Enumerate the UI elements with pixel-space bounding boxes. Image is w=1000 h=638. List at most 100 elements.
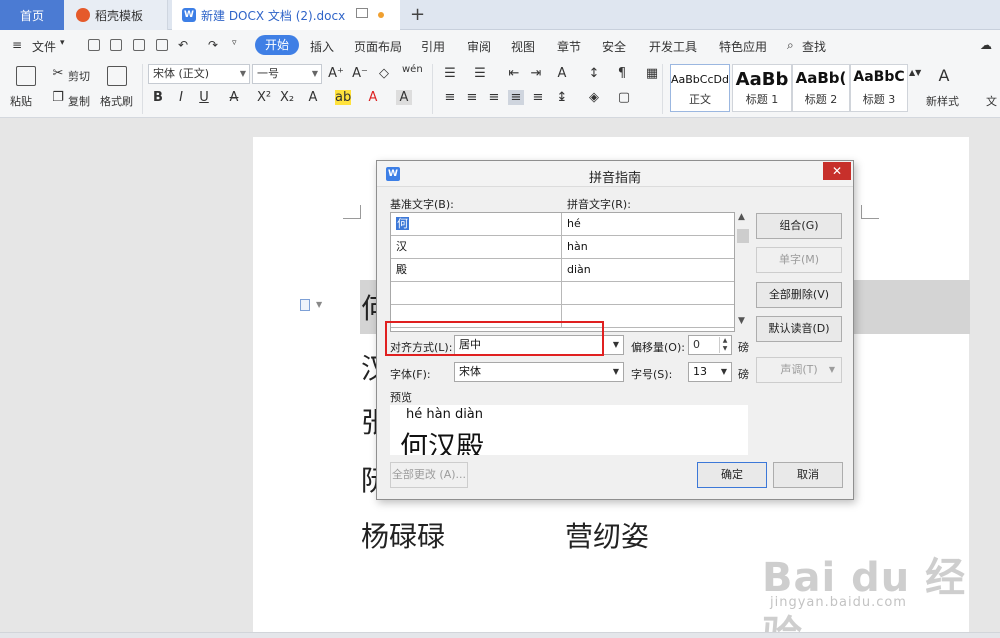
pinyin-cell[interactable]: hé xyxy=(562,213,734,236)
ok-button[interactable]: 确定 xyxy=(697,462,767,488)
tab-home[interactable]: 首页 xyxy=(0,0,64,30)
menu-search[interactable]: 查找 xyxy=(802,38,826,55)
font-name-combo[interactable]: 宋体 (正文) ▼ xyxy=(148,64,250,84)
close-icon[interactable]: ✕ xyxy=(823,162,851,180)
text-effect-icon[interactable]: A xyxy=(305,90,321,105)
style-normal[interactable]: AaBbCcDd 正文 xyxy=(670,64,730,112)
superscript-icon[interactable]: X² xyxy=(256,90,272,105)
paragraph-handle-icon[interactable] xyxy=(300,299,310,311)
document-line[interactable]: 杨碌碌 xyxy=(361,515,445,555)
tab-daoke-templates[interactable]: 稻壳模板 xyxy=(64,0,168,30)
numbered-list-icon[interactable]: ☰ xyxy=(472,66,488,81)
font-color-icon[interactable]: A xyxy=(365,90,381,105)
dialog-title-bar[interactable]: W 拼音指南 ✕ xyxy=(377,161,853,187)
menu-references[interactable]: 引用 xyxy=(421,38,445,55)
format-painter-icon[interactable] xyxy=(107,66,127,86)
single-char-button[interactable]: 单字(M) xyxy=(756,247,842,273)
highlight-icon[interactable]: ab xyxy=(335,90,351,105)
menu-start[interactable]: 开始 xyxy=(255,35,300,55)
tab-document[interactable]: W 新建 DOCX 文档 (2).docx xyxy=(172,0,400,30)
cancel-button[interactable]: 取消 xyxy=(773,462,843,488)
pinyin-cell[interactable] xyxy=(562,282,734,305)
bullet-list-icon[interactable]: ☰ xyxy=(442,66,458,81)
table-icon[interactable]: ▦ xyxy=(644,66,660,81)
menu-review[interactable]: 审阅 xyxy=(467,38,491,55)
decrease-indent-icon[interactable]: ⇤ xyxy=(506,66,522,81)
chinese-layout-icon[interactable]: A xyxy=(554,66,570,81)
font-size-combo[interactable]: 一号 ▼ xyxy=(252,64,322,84)
grow-font-icon[interactable]: A⁺ xyxy=(328,66,344,81)
distributed-align-icon[interactable]: ≡ xyxy=(530,90,546,105)
italic-icon[interactable]: I xyxy=(173,90,189,105)
style-heading-1[interactable]: AaBb 标题 1 xyxy=(732,64,792,112)
undo-icon[interactable]: ↶ xyxy=(178,38,188,52)
align-left-icon[interactable]: ≡ xyxy=(442,90,458,105)
format-painter-button[interactable]: 格式刷 xyxy=(100,93,133,109)
file-dropdown-icon[interactable]: ▾ xyxy=(60,38,65,48)
scissors-icon[interactable]: ✂ xyxy=(50,66,66,81)
cloud-icon[interactable]: ☁ xyxy=(980,38,992,52)
scrollbar-thumb[interactable] xyxy=(737,229,749,243)
menu-developer[interactable]: 开发工具 xyxy=(649,38,697,55)
size-select[interactable]: 13 ▼ xyxy=(688,362,732,382)
font-select[interactable]: 宋体 ▼ xyxy=(454,362,624,382)
quick-access-dropdown-icon[interactable]: ▿ xyxy=(232,38,237,48)
chevron-down-icon[interactable]: ▼ xyxy=(738,316,745,326)
copy-icon[interactable]: ❐ xyxy=(50,90,66,105)
save-icon[interactable] xyxy=(88,39,100,51)
spinner-arrows-icon[interactable]: ▲ ▼ xyxy=(719,337,730,353)
borders-icon[interactable]: ▢ xyxy=(616,90,632,105)
increase-indent-icon[interactable]: ⇥ xyxy=(528,66,544,81)
search-icon[interactable]: ⌕ xyxy=(787,38,794,53)
change-all-button[interactable]: 全部更改 (A)... xyxy=(390,462,468,488)
base-cell[interactable]: 殿 xyxy=(391,259,562,282)
combine-button[interactable]: 组合(G) xyxy=(756,213,842,239)
line-spacing-icon[interactable]: ↨ xyxy=(554,90,570,105)
cut-button[interactable]: 剪切 xyxy=(68,68,90,84)
new-tab-button[interactable]: + xyxy=(410,4,425,25)
subscript-icon[interactable]: X₂ xyxy=(279,90,295,105)
chevron-down-icon[interactable]: ▼ xyxy=(316,300,322,309)
export-icon[interactable] xyxy=(110,39,122,51)
table-scrollbar[interactable]: ▲ ▼ xyxy=(735,212,751,332)
bold-icon[interactable]: B xyxy=(150,90,166,105)
delete-all-button[interactable]: 全部删除(V) xyxy=(756,282,842,308)
chevron-up-icon[interactable]: ▲ xyxy=(738,212,745,222)
style-heading-3[interactable]: AaBbC 标题 3 xyxy=(850,64,908,112)
underline-icon[interactable]: U xyxy=(196,90,212,105)
char-shading-icon[interactable]: A xyxy=(396,90,412,105)
base-cell[interactable]: 汉 xyxy=(391,236,562,259)
print-icon[interactable] xyxy=(133,39,145,51)
menu-page-layout[interactable]: 页面布局 xyxy=(354,38,402,55)
paste-button[interactable]: 粘贴 xyxy=(10,93,32,109)
paste-icon[interactable] xyxy=(16,66,36,86)
align-center-icon[interactable]: ≡ xyxy=(464,90,480,105)
menu-view[interactable]: 视图 xyxy=(511,38,535,55)
tone-button[interactable]: 声调(T) ▼ xyxy=(756,357,842,383)
align-right-icon[interactable]: ≡ xyxy=(486,90,502,105)
shrink-font-icon[interactable]: A⁻ xyxy=(352,66,368,81)
menu-section[interactable]: 章节 xyxy=(557,38,581,55)
new-style-icon[interactable]: A xyxy=(936,66,952,85)
print-preview-icon[interactable] xyxy=(156,39,168,51)
pinyin-cell[interactable]: hàn xyxy=(562,236,734,259)
pinyin-guide-icon[interactable]: wén xyxy=(402,64,423,75)
menu-file[interactable]: 文件 xyxy=(32,38,56,55)
strikethrough-icon[interactable]: A xyxy=(226,90,242,105)
shading-icon[interactable]: ◈ xyxy=(586,90,602,105)
default-reading-button[interactable]: 默认读音(D) xyxy=(756,316,842,342)
pinyin-cell[interactable]: diàn xyxy=(562,259,734,282)
menu-features[interactable]: 特色应用 xyxy=(719,38,767,55)
sort-icon[interactable]: ↕ xyxy=(586,66,602,81)
clear-format-icon[interactable]: ◇ xyxy=(376,66,392,81)
menu-hamburger-icon[interactable]: ≡ xyxy=(12,38,22,52)
style-heading-2[interactable]: AaBb( 标题 2 xyxy=(792,64,850,112)
base-cell[interactable]: 何 xyxy=(391,213,562,236)
new-style-button[interactable]: 新样式 xyxy=(926,93,959,109)
screen-icon[interactable] xyxy=(356,8,368,18)
document-line[interactable]: 营纫姿 xyxy=(565,515,649,555)
styles-scroll-icon[interactable]: ▲▼ xyxy=(909,68,921,77)
text-tools-button[interactable]: 文 xyxy=(986,93,997,109)
show-marks-icon[interactable]: ¶ xyxy=(614,66,630,81)
menu-security[interactable]: 安全 xyxy=(602,38,626,55)
